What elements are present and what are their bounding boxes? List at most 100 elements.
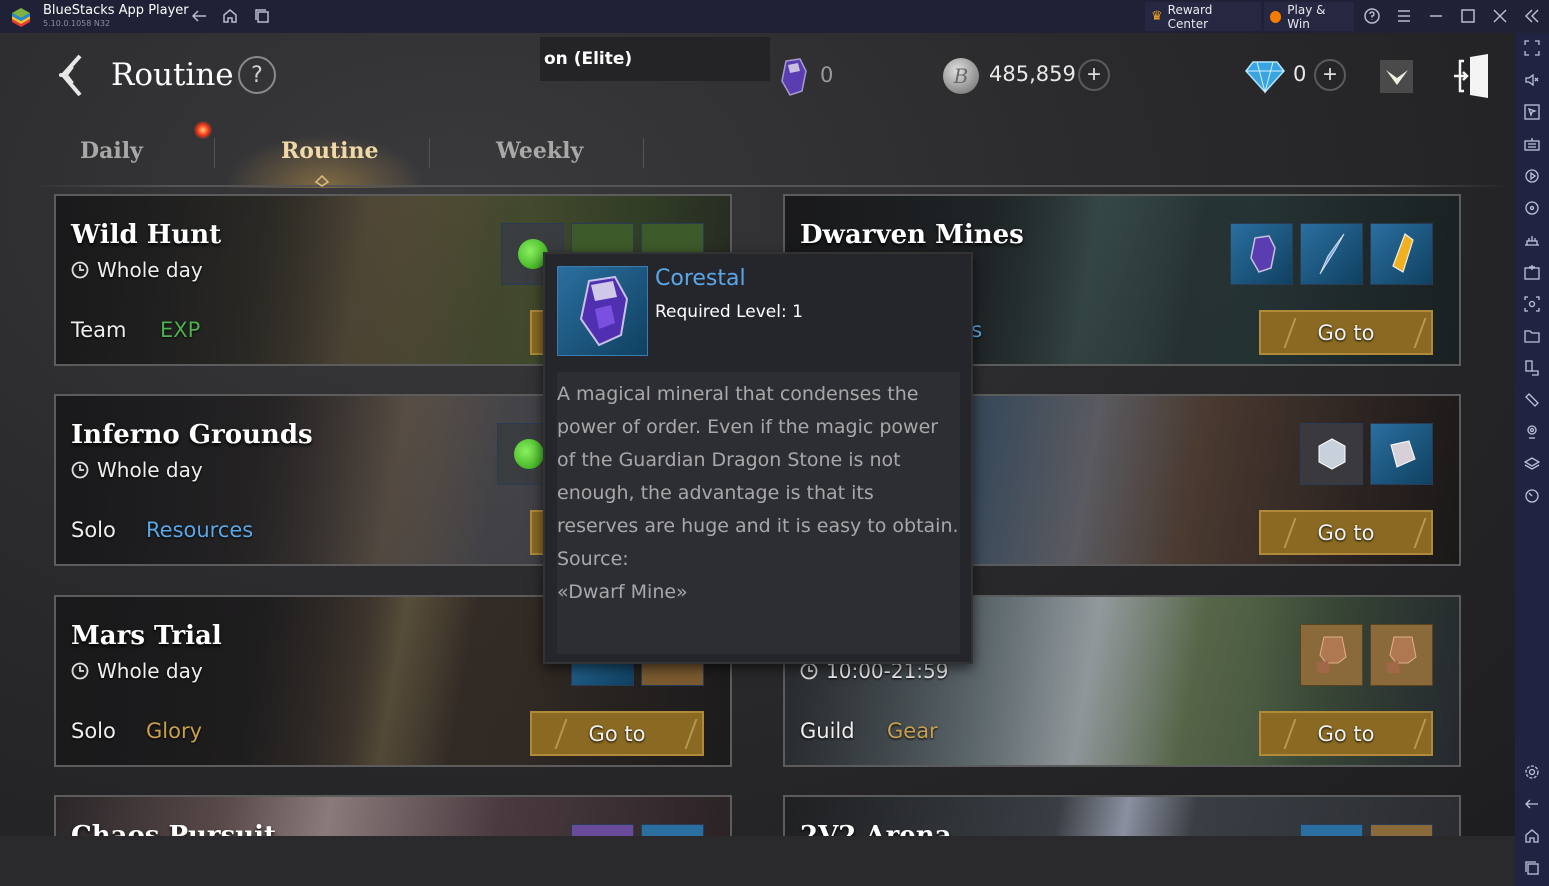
tooltip-item-name: Corestal <box>655 266 746 291</box>
reward-center-button[interactable]: ♛ Reward Center <box>1145 2 1261 31</box>
tab-routine[interactable]: Routine <box>281 138 378 164</box>
play-win-button[interactable]: Play & Win <box>1264 2 1354 31</box>
event-banner[interactable]: on (Elite) <box>540 37 770 81</box>
collapse-sidebar-icon[interactable] <box>1522 6 1542 26</box>
corestal-icon <box>579 275 628 347</box>
window-titlebar: BlueStacks App Player 5.10.0.1058 N32 ♛ … <box>0 0 1549 33</box>
location-icon[interactable] <box>1522 422 1542 442</box>
activity-reward: Resources <box>146 518 254 542</box>
tooltip-description-box: A magical mineral that condenses the pow… <box>557 372 960 654</box>
go-to-button[interactable]: Go to <box>1259 711 1433 756</box>
shake-icon[interactable] <box>1522 390 1542 410</box>
tab-weekly[interactable]: Weekly <box>496 138 583 164</box>
crystal-cube-icon <box>1389 440 1416 468</box>
yellow-crystal-icon <box>1391 233 1414 273</box>
eco-mode-icon[interactable] <box>1522 486 1542 506</box>
help-icon[interactable] <box>1362 6 1382 26</box>
armor-icon <box>1315 636 1347 673</box>
reward-item-yellow-crystal[interactable] <box>1370 223 1433 285</box>
activity-mode: Solo <box>71 719 116 743</box>
reward-item-bronze-armor[interactable] <box>1370 624 1433 686</box>
reward-items <box>1300 423 1433 485</box>
android-back-icon[interactable] <box>1522 794 1542 814</box>
activity-mode: Team <box>71 318 127 342</box>
item-tooltip: Corestal Required Level: 1 A magical min… <box>543 252 973 664</box>
android-home-icon[interactable] <box>1522 826 1542 846</box>
diamond-icon <box>1245 61 1285 94</box>
macro-play-icon[interactable] <box>1522 166 1542 186</box>
close-icon[interactable] <box>1490 6 1510 26</box>
app-name: BlueStacks App Player <box>43 3 189 18</box>
game-screen: Routine ? on (Elite) 0 B 485,859 + 0 + D… <box>0 33 1515 886</box>
activity-mode: Guild <box>800 719 855 743</box>
collapse-button[interactable] <box>1380 60 1413 93</box>
armor-icon <box>1385 636 1417 673</box>
corestal-icon <box>781 58 807 96</box>
apk-install-icon[interactable] <box>1522 262 1542 282</box>
chevron-down-icon <box>1385 69 1408 85</box>
help-button[interactable]: ? <box>238 56 276 94</box>
tooltip-source-label: Source: <box>557 548 629 570</box>
go-to-button[interactable]: Go to <box>1259 310 1433 355</box>
volume-mute-icon[interactable] <box>1522 70 1542 90</box>
page-title: Routine <box>111 57 234 93</box>
required-level-label: Required Level: <box>655 302 787 322</box>
clock-icon <box>71 662 89 680</box>
activity-reward: Gear <box>887 719 938 743</box>
maximize-icon[interactable] <box>1458 6 1478 26</box>
add-diamond-button[interactable]: + <box>1314 59 1346 91</box>
bluestacks-logo <box>12 8 30 27</box>
keyboard-icon[interactable] <box>1522 134 1542 154</box>
tooltip-item-icon <box>557 266 648 356</box>
settings-icon[interactable] <box>1522 762 1542 782</box>
reward-center-label: Reward Center <box>1167 2 1213 31</box>
activity-time: Whole day <box>71 258 203 282</box>
exit-door-icon[interactable] <box>1452 53 1492 99</box>
blade-icon <box>1319 233 1344 275</box>
active-tab-marker-icon <box>314 175 330 187</box>
home-icon[interactable] <box>220 6 240 26</box>
play-win-label: Play & Win <box>1287 2 1326 31</box>
activity-time: Whole day <box>71 458 203 482</box>
activity-reward: Glory <box>146 719 203 743</box>
layers-icon[interactable] <box>1522 454 1542 474</box>
silver-amount: 485,859 <box>989 62 1076 86</box>
back-arrow-icon[interactable] <box>55 53 90 98</box>
reward-item-bronze-armor[interactable] <box>1300 624 1363 686</box>
back-icon[interactable] <box>189 6 209 26</box>
required-level-value: 1 <box>792 302 803 322</box>
tooltip-description: A magical mineral that condenses the pow… <box>557 383 959 537</box>
pointer-icon[interactable] <box>1522 102 1542 122</box>
reward-items <box>1230 223 1433 285</box>
activity-name: Dwarven Mines <box>800 220 1024 250</box>
minimize-icon[interactable] <box>1426 6 1446 26</box>
rotate-icon[interactable] <box>1522 358 1542 378</box>
tab-daily[interactable]: Daily <box>80 138 143 164</box>
go-to-button[interactable]: Go to <box>1259 510 1433 555</box>
app-version: 5.10.0.1058 N32 <box>43 19 111 28</box>
add-silver-button[interactable]: + <box>1078 59 1110 91</box>
activity-name: Wild Hunt <box>71 220 222 250</box>
menu-icon[interactable] <box>1394 6 1414 26</box>
tab-divider <box>643 138 644 168</box>
reward-item-crystal-cube[interactable] <box>1370 423 1433 485</box>
activity-mode: Solo <box>71 518 116 542</box>
activity-name: Inferno Grounds <box>71 420 313 450</box>
fullscreen-icon[interactable] <box>1522 38 1542 58</box>
performance-icon[interactable] <box>1522 230 1542 250</box>
activity-time: Whole day <box>71 659 203 683</box>
bluestacks-sidebar <box>1515 33 1549 886</box>
reward-item-blue-blade[interactable] <box>1300 223 1363 285</box>
diamond-amount: 0 <box>1293 62 1307 86</box>
go-to-button[interactable]: Go to <box>530 711 704 756</box>
sync-icon[interactable] <box>1522 198 1542 218</box>
screenshot-icon[interactable] <box>1522 294 1542 314</box>
recent-apps-icon[interactable] <box>1522 858 1542 878</box>
reward-item-corestal[interactable] <box>1230 223 1293 285</box>
multi-instance-icon[interactable] <box>252 6 272 26</box>
tab-divider <box>214 138 215 168</box>
reward-item-silver-gem[interactable] <box>1300 423 1363 485</box>
clock-icon <box>71 261 89 279</box>
folder-icon[interactable] <box>1522 326 1542 346</box>
notification-dot <box>194 121 212 139</box>
